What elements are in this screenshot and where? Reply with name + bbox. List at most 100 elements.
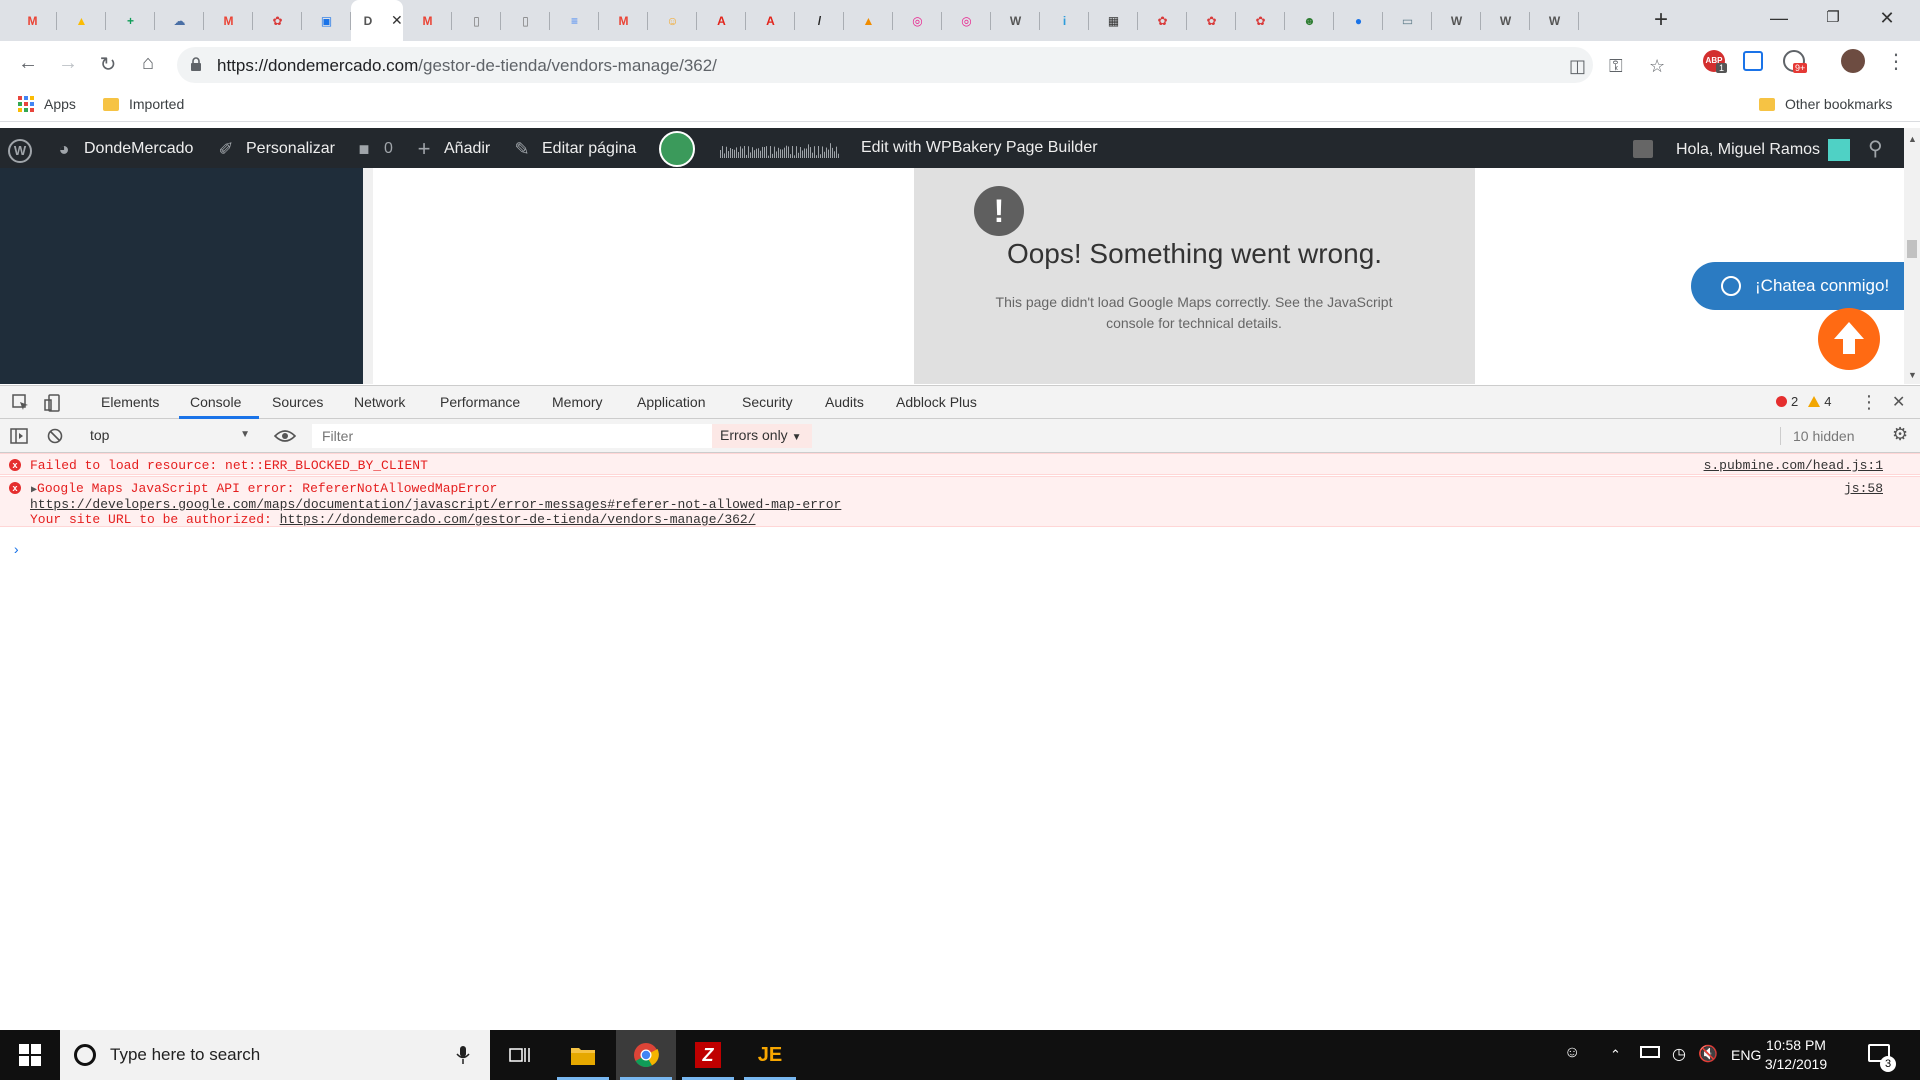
browser-tab[interactable]: ▲ xyxy=(844,0,893,41)
wp-comments[interactable]: ■ 0 xyxy=(354,139,393,159)
devtools-tab-performance[interactable]: Performance xyxy=(440,394,520,410)
devtools-tab-memory[interactable]: Memory xyxy=(552,394,603,410)
chat-notification-icon[interactable] xyxy=(1633,140,1653,158)
page-scrollbar[interactable]: ▲ ▼ xyxy=(1904,128,1920,384)
back-button[interactable]: ← xyxy=(16,52,40,75)
wp-wpbakery[interactable]: Edit with WPBakery Page Builder xyxy=(861,139,1098,157)
file-explorer-app[interactable] xyxy=(553,1030,613,1080)
eye-icon[interactable] xyxy=(274,429,296,443)
wp-customize[interactable]: ✐ Personalizar xyxy=(216,139,334,159)
scroll-up-arrow-icon[interactable]: ▲ xyxy=(1908,134,1917,144)
console-prompt[interactable]: › xyxy=(12,543,20,559)
browser-tab[interactable]: ✿ xyxy=(1138,0,1187,41)
whatsapp-chat-button[interactable]: ¡Chatea conmigo! xyxy=(1691,262,1904,310)
log-levels-dropdown[interactable]: Errors only ▼ xyxy=(712,424,812,448)
forward-button[interactable]: → xyxy=(56,52,80,75)
profile-avatar[interactable] xyxy=(1841,49,1865,73)
browser-tab[interactable]: W xyxy=(1432,0,1481,41)
screenshot-extension-icon[interactable] xyxy=(1743,51,1763,71)
devtools-tab-elements[interactable]: Elements xyxy=(101,394,159,410)
browser-tab[interactable]: ▦ xyxy=(1089,0,1138,41)
browser-tab[interactable]: ☻ xyxy=(1285,0,1334,41)
wp-logo-icon[interactable]: W xyxy=(8,139,42,163)
bookmark-apps[interactable]: Apps xyxy=(18,96,76,112)
browser-tab[interactable]: ✿ xyxy=(1236,0,1285,41)
console-filter-input[interactable] xyxy=(312,424,712,448)
browser-tab[interactable]: M xyxy=(204,0,253,41)
context-selector[interactable]: top xyxy=(80,424,256,448)
console-message-text[interactable]: ▶Google Maps JavaScript API error: Refer… xyxy=(31,481,497,496)
taskbar-search-box[interactable]: Type here to search xyxy=(60,1030,490,1080)
devtools-menu-button[interactable]: ⋮ xyxy=(1860,392,1878,413)
browser-tab[interactable]: A xyxy=(697,0,746,41)
browser-tab[interactable]: ≡ xyxy=(550,0,599,41)
browser-tab[interactable]: ▭ xyxy=(1383,0,1432,41)
browser-tab[interactable]: A xyxy=(746,0,795,41)
restore-button[interactable]: ❐ xyxy=(1810,8,1856,32)
translate-icon[interactable]: ◫ xyxy=(1569,56,1586,77)
home-button[interactable]: ⌂ xyxy=(136,52,160,75)
browser-tab[interactable]: M xyxy=(599,0,648,41)
browser-tab[interactable]: W xyxy=(991,0,1040,41)
key-icon[interactable]: ⚿ xyxy=(1609,56,1623,77)
sidebar-toggle-icon[interactable] xyxy=(10,428,28,444)
browser-tab[interactable]: ▯ xyxy=(501,0,550,41)
devtools-tab-network[interactable]: Network xyxy=(354,394,405,410)
wp-add-new[interactable]: + Añadir xyxy=(414,138,491,160)
browser-tab[interactable]: ▲ xyxy=(57,0,106,41)
browser-tab[interactable]: W xyxy=(1481,0,1530,41)
wp-edit-page[interactable]: ✎ Editar página xyxy=(512,139,636,159)
scrollbar-thumb[interactable] xyxy=(1907,240,1917,258)
plugin-badge-icon[interactable] xyxy=(659,131,695,167)
minimize-button[interactable]: — xyxy=(1756,8,1802,32)
wifi-icon[interactable]: ◷ xyxy=(1672,1044,1686,1064)
inspect-element-icon[interactable] xyxy=(12,394,30,412)
scroll-to-top-button[interactable] xyxy=(1818,308,1880,370)
scroll-down-arrow-icon[interactable]: ▼ xyxy=(1908,370,1917,380)
new-tab-button[interactable]: + xyxy=(1654,8,1668,32)
console-settings-gear-icon[interactable]: ⚙ xyxy=(1892,424,1908,445)
issue-counter[interactable]: 2 4 xyxy=(1776,394,1831,409)
browser-tab[interactable]: ✿ xyxy=(1187,0,1236,41)
volume-muted-icon[interactable]: 🔇 xyxy=(1698,1044,1718,1064)
battery-icon[interactable] xyxy=(1640,1046,1660,1058)
browser-tab[interactable]: ▣ xyxy=(302,0,351,41)
browser-tab[interactable]: i xyxy=(1040,0,1089,41)
search-icon[interactable]: ⚲ xyxy=(1868,136,1883,161)
star-icon[interactable]: ☆ xyxy=(1649,56,1665,77)
bookmark-other[interactable]: Other bookmarks xyxy=(1759,96,1892,112)
bookmark-imported[interactable]: Imported xyxy=(103,96,184,112)
jedit-app[interactable]: JE xyxy=(740,1030,800,1080)
devtools-tab-adblock-plus[interactable]: Adblock Plus xyxy=(896,394,977,410)
devtools-tab-audits[interactable]: Audits xyxy=(825,394,864,410)
browser-tab[interactable]: ☁ xyxy=(155,0,204,41)
close-tab-icon[interactable]: ✕ xyxy=(391,12,403,29)
site-url-link[interactable]: https://dondemercado.com/gestor-de-tiend… xyxy=(280,512,756,527)
browser-menu-button[interactable]: ⋮ xyxy=(1886,49,1906,74)
devtools-tab-console[interactable]: Console xyxy=(190,394,241,410)
browser-tab[interactable]: D ✕ xyxy=(351,0,403,41)
browser-tab[interactable]: ▯ xyxy=(452,0,501,41)
browser-tab[interactable]: W xyxy=(1530,0,1579,41)
close-window-button[interactable]: ✕ xyxy=(1864,8,1910,32)
filezilla-app[interactable]: Z xyxy=(678,1030,738,1080)
microphone-icon[interactable] xyxy=(456,1045,470,1065)
devtools-tab-security[interactable]: Security xyxy=(742,394,793,410)
browser-tab[interactable]: ✿ xyxy=(253,0,302,41)
taskbar-clock[interactable]: 10:58 PM 3/12/2019 xyxy=(1756,1036,1836,1074)
wp-site-name[interactable]: ◕ DondeMercado xyxy=(54,139,194,159)
devtools-close-button[interactable]: ✕ xyxy=(1892,392,1905,412)
browser-tab[interactable]: ☺ xyxy=(648,0,697,41)
start-button[interactable] xyxy=(0,1030,60,1080)
address-bar[interactable]: https://dondemercado.com/gestor-de-tiend… xyxy=(177,47,1665,83)
devtools-tab-sources[interactable]: Sources xyxy=(272,394,323,410)
error-docs-link[interactable]: https://developers.google.com/maps/docum… xyxy=(30,497,841,512)
browser-tab[interactable]: ◎ xyxy=(893,0,942,41)
console-message-source[interactable]: js:58 xyxy=(1844,481,1883,496)
show-hidden-icons-chevron-icon[interactable]: ⌃ xyxy=(1610,1047,1621,1063)
devtools-tab-application[interactable]: Application xyxy=(637,394,706,410)
wp-my-account[interactable]: Hola, Miguel Ramos xyxy=(1676,139,1851,161)
browser-tab[interactable]: / xyxy=(795,0,844,41)
people-icon[interactable]: ☺ xyxy=(1564,1044,1580,1062)
chrome-app[interactable] xyxy=(616,1030,676,1080)
